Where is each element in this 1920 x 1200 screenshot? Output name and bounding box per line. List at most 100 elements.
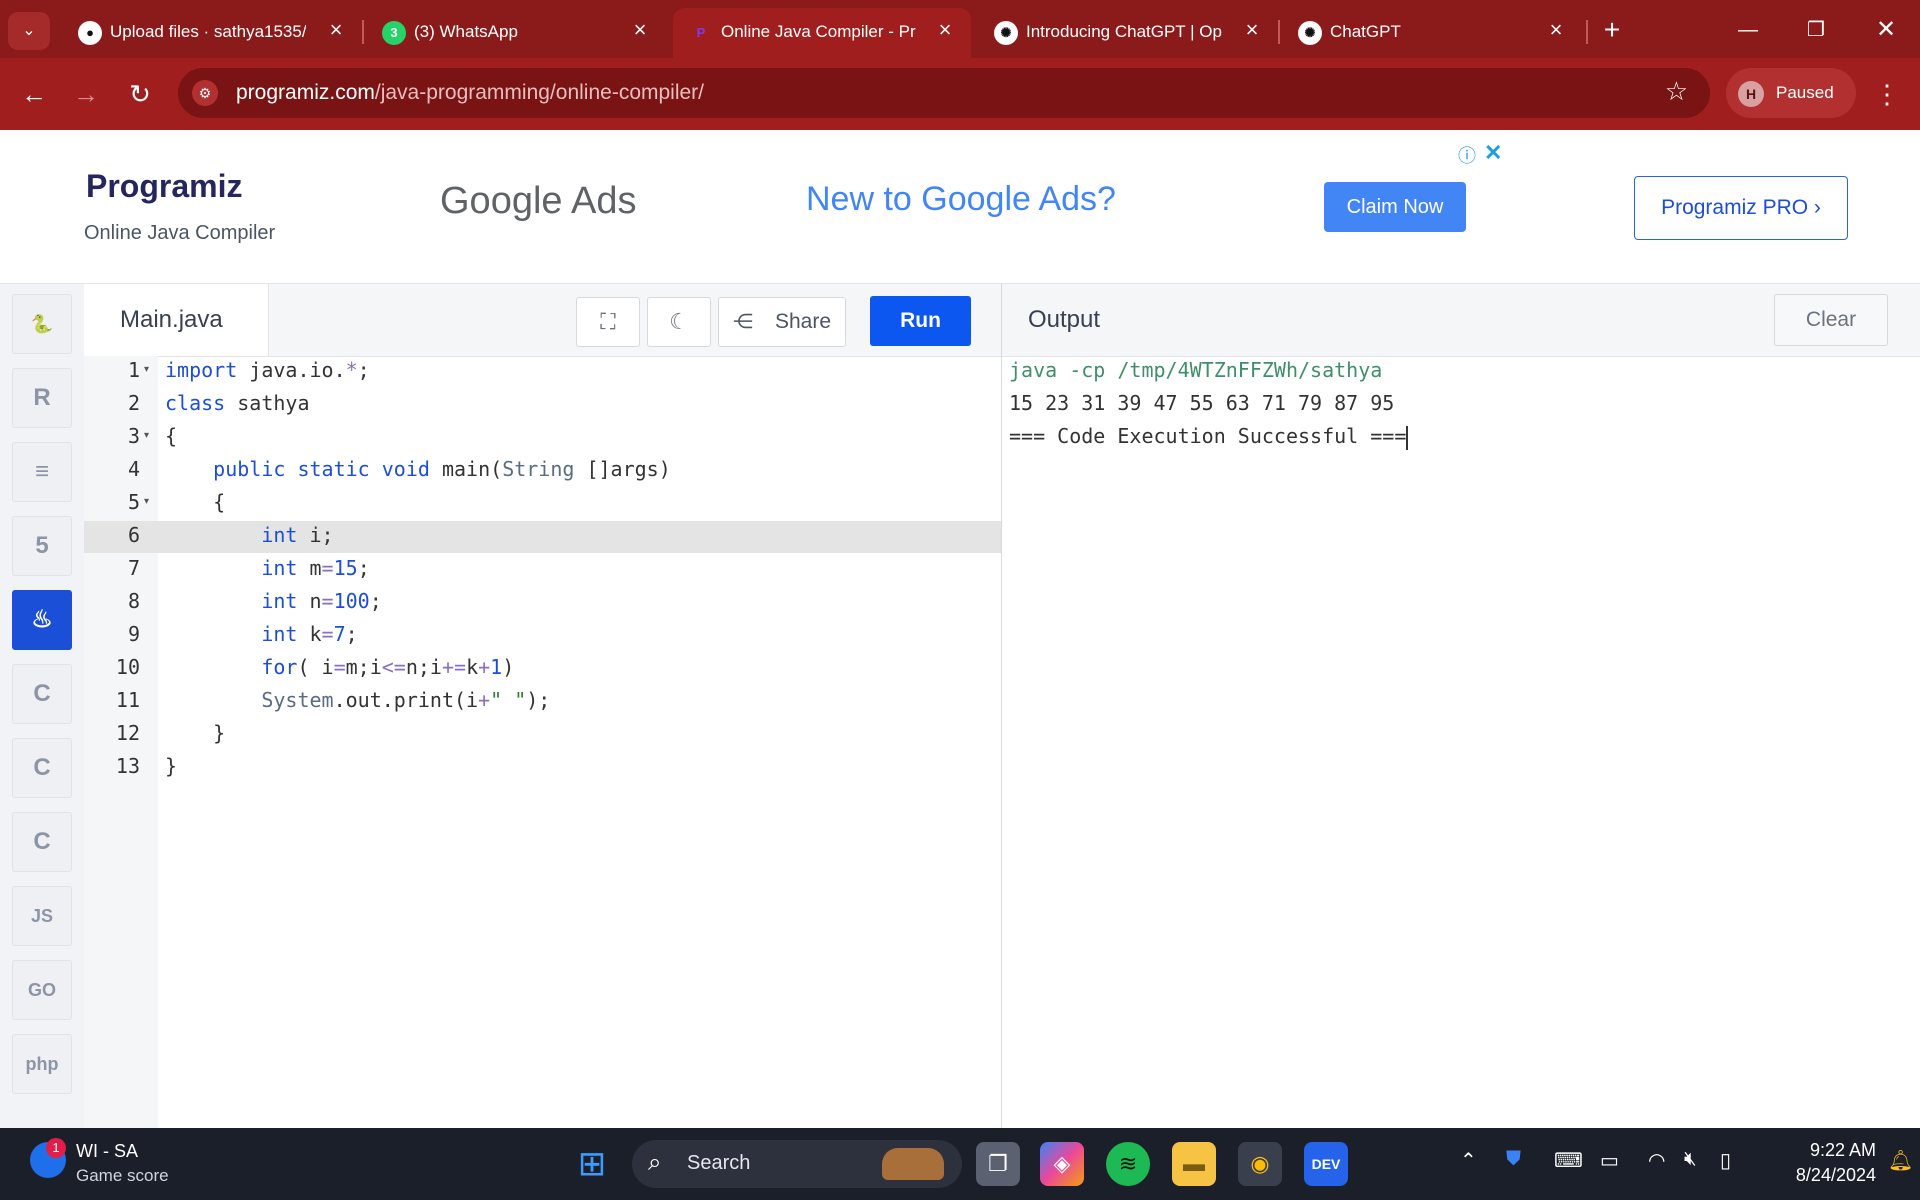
url-text: programiz.com/java-programming/online-co… [236, 81, 704, 105]
dark-mode-icon[interactable]: ☾ [647, 297, 711, 347]
share-button[interactable]: ⋲ Share [718, 297, 846, 347]
close-icon[interactable]: × [933, 18, 957, 42]
line-number: 9 [127, 622, 140, 646]
code-line[interactable]: System.out.print(i+" "); [165, 688, 550, 712]
ad-headline[interactable]: New to Google Ads? [806, 180, 1116, 219]
tab-introducing-chatgpt[interactable]: ✺ Introducing ChatGPT | Op × [978, 8, 1274, 58]
bookmark-star-icon[interactable]: ☆ [1665, 76, 1688, 107]
display-icon[interactable]: ▭ [1600, 1148, 1619, 1173]
code-line[interactable]: int m=15; [165, 556, 369, 580]
widget-subtitle: Game score [76, 1166, 169, 1185]
file-tab-main-java[interactable]: Main.java [84, 284, 269, 356]
ad-brand: Google Ads [440, 180, 637, 222]
fold-toggle-icon[interactable]: ▾ [144, 430, 149, 441]
clear-button[interactable]: Clear [1774, 294, 1888, 346]
code-line[interactable]: int k=7; [165, 622, 357, 646]
close-icon[interactable]: × [628, 18, 652, 42]
share-icon: ⋲ [733, 311, 753, 333]
tab-github[interactable]: ● Upload files · sathya1535/ × [62, 8, 358, 58]
close-icon[interactable]: × [1544, 18, 1568, 42]
cpp-icon[interactable]: C [12, 738, 72, 798]
profile-button[interactable]: H Paused [1726, 68, 1856, 118]
code-line[interactable]: { [165, 424, 177, 448]
chrome-icon[interactable]: ◉ [1238, 1142, 1282, 1186]
windows-start-icon[interactable]: ⊞ [570, 1142, 614, 1186]
openai-icon: ✺ [994, 21, 1018, 45]
code-line[interactable]: class sathya [165, 391, 310, 415]
reload-button[interactable]: ↻ [122, 76, 158, 112]
widget-badge: 1 [46, 1138, 66, 1158]
run-button[interactable]: Run [870, 296, 971, 346]
devcpp-icon[interactable]: DEV [1304, 1142, 1348, 1186]
site-info-icon[interactable]: ⚙ [192, 80, 218, 106]
widget-title[interactable]: WI - SA [76, 1141, 138, 1162]
notification-bell-icon[interactable]: 🔔︎ [1888, 1148, 1913, 1173]
code-line[interactable]: import java.io.*; [165, 358, 370, 382]
keyboard-icon[interactable]: ⌨ [1554, 1148, 1583, 1173]
fullscreen-icon[interactable]: ⛶ [576, 297, 640, 347]
task-view-icon[interactable]: ❐ [976, 1142, 1020, 1186]
code-line[interactable]: for( i=m;i<=n;i+=k+1) [165, 655, 514, 679]
csharp-icon[interactable]: C [12, 812, 72, 872]
code-line[interactable]: { [165, 490, 225, 514]
code-line[interactable]: public static void main(String []args) [165, 457, 671, 481]
github-icon: ● [78, 21, 102, 45]
fold-toggle-icon[interactable]: ▾ [144, 364, 149, 375]
restore-button[interactable]: ❐ [1796, 12, 1836, 48]
google-ads-logo: Google Ads [440, 180, 636, 223]
ad-claim-button[interactable]: Claim Now [1324, 182, 1466, 232]
defender-shield-icon[interactable]: ⛊ [1506, 1148, 1521, 1171]
r-icon[interactable]: R [12, 368, 72, 428]
text-caret [1406, 425, 1409, 450]
copilot-icon[interactable]: ◈ [1040, 1142, 1084, 1186]
window-close-button[interactable]: ✕ [1866, 12, 1906, 48]
php-icon[interactable]: php [12, 1034, 72, 1094]
ad-close-icon[interactable]: ✕ [1484, 140, 1502, 166]
fold-toggle-icon[interactable]: ▾ [144, 496, 149, 507]
ad-info-icon[interactable]: ⓘ [1458, 142, 1476, 168]
code-line[interactable]: } [165, 721, 225, 745]
code-line[interactable]: int n=100; [165, 589, 381, 613]
tab-search-button[interactable]: ⌄ [8, 12, 50, 50]
line-number: 8 [127, 589, 140, 613]
go-icon[interactable]: GO [12, 960, 72, 1020]
programiz-logo[interactable]: Programiz [86, 168, 242, 205]
line-number: 4 [127, 457, 140, 481]
logo-text: Programiz [86, 168, 243, 204]
java-icon[interactable]: ♨ [12, 590, 72, 650]
forward-button[interactable]: → [68, 76, 104, 112]
taskbar-search[interactable]: ⌕ Search [632, 1140, 962, 1188]
volume-muted-icon[interactable]: 🔇︎ [1684, 1148, 1697, 1171]
c-icon[interactable]: C [12, 664, 72, 724]
close-icon[interactable]: × [324, 18, 348, 42]
back-button[interactable]: ← [16, 76, 52, 112]
address-bar[interactable]: ⚙ programiz.com/java-programming/online-… [178, 68, 1710, 118]
search-highlight-image [882, 1148, 944, 1180]
python-icon[interactable]: 🐍 [12, 294, 72, 354]
js-icon[interactable]: JS [12, 886, 72, 946]
wifi-icon[interactable]: ◠ [1648, 1148, 1665, 1173]
close-icon[interactable]: × [1240, 18, 1264, 42]
url-domain: programiz.com [236, 81, 375, 104]
clock-time[interactable]: 9:22 AM [1772, 1140, 1876, 1161]
spotify-icon[interactable]: ≋ [1106, 1142, 1150, 1186]
search-icon: ⌕ [648, 1149, 662, 1176]
file-explorer-icon[interactable]: ▬ [1172, 1142, 1216, 1186]
database-icon[interactable]: ≡ [12, 442, 72, 502]
show-hidden-icons-icon[interactable]: ⌃ [1460, 1148, 1477, 1173]
tab-whatsapp[interactable]: 3 (3) WhatsApp × [366, 8, 662, 58]
code-line[interactable]: int i; [165, 523, 333, 547]
tab-chatgpt[interactable]: ✺ ChatGPT × [1282, 8, 1578, 58]
line-number: 7 [127, 556, 140, 580]
new-tab-button[interactable]: + [1592, 12, 1632, 48]
html5-icon[interactable]: 5 [12, 516, 72, 576]
battery-icon[interactable]: ▯ [1720, 1148, 1731, 1173]
output-console[interactable] [1002, 356, 1920, 1128]
code-line[interactable]: } [165, 754, 177, 778]
avatar: H [1738, 81, 1764, 107]
clock-date[interactable]: 8/24/2024 [1772, 1165, 1876, 1186]
tab-programiz[interactable]: P Online Java Compiler - Pr × [673, 8, 971, 58]
programiz-pro-button[interactable]: Programiz PRO › [1634, 176, 1848, 240]
browser-menu-icon[interactable]: ⋮ [1872, 76, 1902, 112]
minimize-button[interactable]: — [1728, 12, 1768, 48]
